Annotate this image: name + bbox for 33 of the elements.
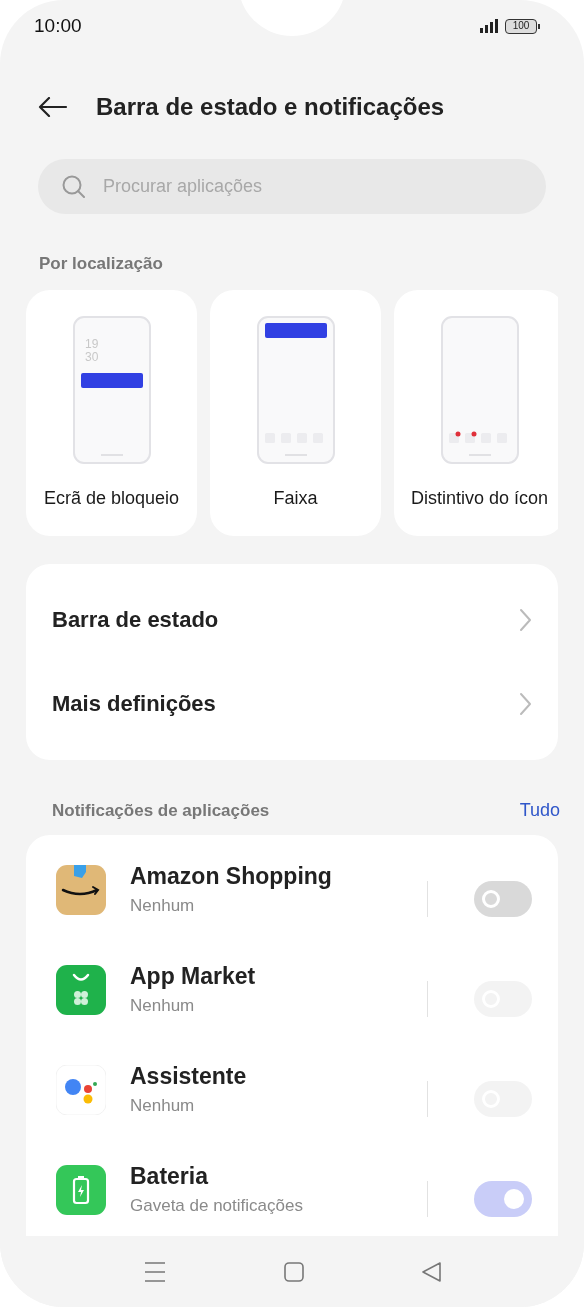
search-icon xyxy=(62,175,85,198)
clock-time: 10:00 xyxy=(34,15,82,37)
notification-toggle[interactable] xyxy=(474,881,532,917)
section-heading: Por localização xyxy=(38,254,164,274)
app-icon xyxy=(56,1165,106,1215)
battery-indicator: 100 xyxy=(505,18,537,34)
app-name: Amazon Shopping xyxy=(130,863,333,890)
chevron-right-icon xyxy=(519,692,532,716)
search-field[interactable]: Procurar aplicações xyxy=(38,159,546,214)
app-icon xyxy=(56,865,106,915)
page-title: Barra de estado e notificações xyxy=(96,93,445,121)
app-name: App Market xyxy=(130,963,257,990)
back-triangle-icon xyxy=(421,1261,441,1282)
chevron-right-icon xyxy=(519,608,532,632)
show-all-link[interactable]: Tudo xyxy=(519,800,560,821)
app-name: Bateria xyxy=(130,1163,210,1190)
location-card[interactable]: Distintivo do ícon xyxy=(394,290,558,536)
signal-icon xyxy=(480,19,498,33)
app-name: Assistente xyxy=(130,1063,248,1090)
back-button[interactable] xyxy=(38,97,68,117)
notification-status: Nenhum xyxy=(130,1096,196,1116)
notification-status: Nenhum xyxy=(130,996,196,1016)
notification-status: Nenhum xyxy=(130,896,196,916)
app-icon xyxy=(56,965,106,1015)
menu-icon xyxy=(143,1261,166,1282)
app-icon xyxy=(56,1065,106,1115)
section-heading: Notificações de aplicações xyxy=(52,800,270,821)
notification-status: Gaveta de notificações xyxy=(130,1196,304,1216)
settings-item[interactable]: Mais definições xyxy=(26,662,558,746)
location-card[interactable]: Faixa xyxy=(210,290,381,536)
square-icon xyxy=(283,1261,304,1282)
settings-item[interactable]: Barra de estado xyxy=(26,578,558,662)
back-arrow-icon xyxy=(38,97,68,117)
